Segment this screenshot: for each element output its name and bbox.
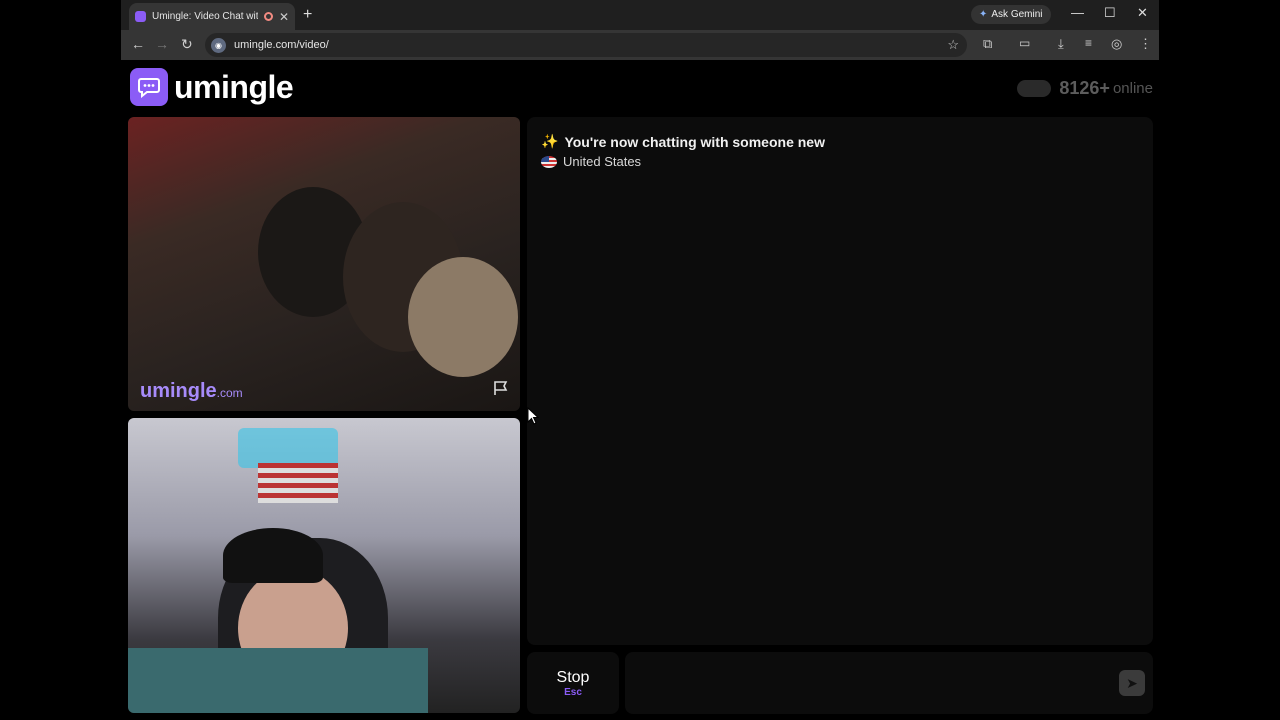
stop-button[interactable]: Stop Esc	[527, 652, 619, 714]
cast-icon[interactable]: ▭	[1019, 36, 1030, 50]
stranger-video: umingle.com	[128, 117, 520, 411]
online-toggle[interactable]	[1017, 80, 1052, 97]
browser-toolbar: ← → ↻ ◉ umingle.com/video/ ☆ ⧉ ▭ ⤓ ≡ ◎ ⋮	[121, 30, 1159, 60]
tab-strip: Umingle: Video Chat with S ✕ + ✦ Ask Gem…	[121, 0, 1159, 30]
extensions-icon[interactable]: ⧉	[983, 36, 992, 52]
stop-label: Stop	[556, 668, 590, 686]
umingle-logo[interactable]: umingle	[130, 68, 294, 106]
message-input[interactable]: ➤	[625, 652, 1153, 714]
media-controls-icon[interactable]: ≡	[1085, 36, 1092, 50]
stranger-figure-3	[408, 257, 518, 377]
url-text: umingle.com/video/	[234, 39, 329, 51]
chat-status-text: You're now chatting with someone new	[564, 133, 825, 150]
back-arrow-icon[interactable]: ←	[131, 36, 145, 52]
report-flag-icon[interactable]	[492, 380, 510, 401]
country-text: United States	[563, 154, 642, 169]
browser-window: Umingle: Video Chat with S ✕ + ✦ Ask Gem…	[121, 0, 1159, 720]
gemini-label: Ask Gemini	[991, 9, 1043, 20]
umingle-page: umingle 8126+ online umingle.com ✨ You'r…	[121, 62, 1159, 720]
send-icon[interactable]: ➤	[1119, 670, 1145, 696]
shirt-shape	[128, 648, 428, 713]
american-flag	[258, 463, 338, 503]
recording-icon	[263, 12, 273, 21]
umingle-favicon-icon	[135, 11, 146, 22]
menu-icon[interactable]: ⋮	[1139, 36, 1152, 52]
gemini-sparkle-icon: ✦	[979, 9, 988, 20]
tab-umingle[interactable]: Umingle: Video Chat with S ✕	[129, 3, 295, 30]
online-indicator: 8126+ online	[1017, 78, 1153, 99]
stop-shortcut: Esc	[564, 686, 582, 698]
new-tab-button[interactable]: +	[303, 6, 312, 24]
ask-gemini-button[interactable]: ✦ Ask Gemini	[971, 5, 1051, 24]
mouse-cursor-icon	[527, 407, 539, 425]
sparkles-icon: ✨	[541, 133, 559, 149]
address-bar[interactable]: ◉ umingle.com/video/ ☆	[205, 33, 967, 57]
online-count: 8126+	[1059, 78, 1110, 98]
watermark-suffix: .com	[216, 386, 243, 400]
maximize-button[interactable]: ☐	[1104, 5, 1116, 21]
logo-text: umingle	[174, 68, 294, 105]
profile-icon[interactable]: ◎	[1111, 36, 1122, 52]
window-close-button[interactable]: ✕	[1137, 5, 1148, 21]
cap-shape	[223, 528, 323, 583]
chat-panel: ✨ You're now chatting with someone new U…	[527, 117, 1153, 645]
umingle-watermark: umingle.com	[140, 380, 243, 403]
watermark-text: umingle	[140, 380, 217, 402]
online-label: online	[1112, 80, 1153, 97]
bookmark-star-icon[interactable]: ☆	[947, 37, 959, 53]
forward-arrow-icon[interactable]: →	[155, 36, 169, 52]
download-icon[interactable]: ⤓	[1058, 36, 1064, 52]
neon-sign	[238, 428, 338, 468]
tab-close-icon[interactable]: ✕	[279, 10, 289, 24]
minimize-button[interactable]: —	[1071, 5, 1084, 20]
self-video	[128, 418, 520, 713]
chat-status: ✨ You're now chatting with someone new	[541, 133, 1139, 150]
reload-icon[interactable]: ↻	[181, 36, 193, 53]
tab-title: Umingle: Video Chat with S	[152, 11, 258, 22]
chat-country: United States	[541, 154, 1139, 169]
site-info-icon[interactable]: ◉	[211, 37, 226, 53]
us-flag-icon	[541, 155, 557, 168]
chat-bubble-icon	[130, 68, 168, 106]
